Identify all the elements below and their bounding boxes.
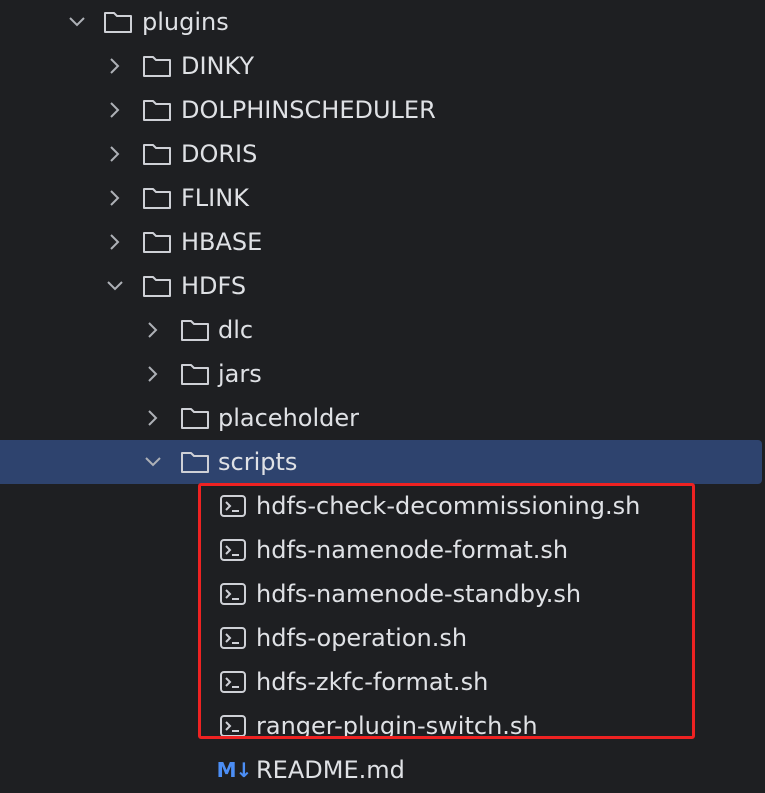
tree-node-label: plugins: [142, 8, 229, 36]
folder-icon: [141, 264, 173, 308]
project-tree: plugins DINKY DOLPHINSCHEDULER DORIS FLI…: [0, 0, 765, 793]
shell-script-icon: [217, 616, 249, 660]
tree-node-jars[interactable]: jars: [0, 352, 765, 396]
shell-script-icon: [217, 528, 249, 572]
tree-node-dolphinscheduler[interactable]: DOLPHINSCHEDULER: [0, 88, 765, 132]
tree-node-placeholder[interactable]: placeholder: [0, 396, 765, 440]
tree-node-label: HDFS: [181, 272, 247, 300]
tree-file-label: hdfs-operation.sh: [256, 624, 468, 652]
folder-icon: [179, 396, 211, 440]
tree-node-scripts[interactable]: scripts: [0, 440, 762, 484]
chevron-right-icon[interactable]: [142, 396, 164, 440]
tree-file-ranger-plugin-switch[interactable]: ranger-plugin-switch.sh: [0, 704, 765, 748]
tree-file-label: hdfs-check-decommissioning.sh: [256, 492, 641, 520]
folder-icon: [141, 44, 173, 88]
tree-node-label: jars: [218, 360, 262, 388]
chevron-down-icon[interactable]: [142, 440, 164, 484]
folder-icon: [141, 88, 173, 132]
folder-icon: [102, 0, 134, 44]
tree-file-hdfs-operation[interactable]: hdfs-operation.sh: [0, 616, 765, 660]
tree-node-label: DOLPHINSCHEDULER: [181, 96, 436, 124]
chevron-down-icon[interactable]: [66, 0, 88, 44]
tree-node-label: DORIS: [181, 140, 258, 168]
chevron-right-icon[interactable]: [104, 220, 126, 264]
chevron-right-icon[interactable]: [142, 352, 164, 396]
tree-node-label: FLINK: [181, 184, 249, 212]
shell-script-icon: [217, 572, 249, 616]
tree-file-hdfs-check-decommissioning[interactable]: hdfs-check-decommissioning.sh: [0, 484, 765, 528]
tree-node-label: placeholder: [218, 404, 359, 432]
tree-node-plugins[interactable]: plugins: [0, 0, 765, 44]
folder-icon: [141, 176, 173, 220]
folder-icon: [179, 308, 211, 352]
tree-file-label: hdfs-namenode-standby.sh: [256, 580, 582, 608]
chevron-right-icon[interactable]: [104, 44, 126, 88]
folder-icon: [141, 132, 173, 176]
tree-node-label: scripts: [218, 448, 298, 476]
tree-file-hdfs-namenode-standby[interactable]: hdfs-namenode-standby.sh: [0, 572, 765, 616]
tree-node-hdfs[interactable]: HDFS: [0, 264, 765, 308]
shell-script-icon: [217, 704, 249, 748]
tree-node-flink[interactable]: FLINK: [0, 176, 765, 220]
chevron-right-icon[interactable]: [104, 88, 126, 132]
chevron-right-icon[interactable]: [104, 176, 126, 220]
chevron-right-icon[interactable]: [104, 132, 126, 176]
tree-file-label: ranger-plugin-switch.sh: [256, 712, 538, 740]
folder-icon: [141, 220, 173, 264]
markdown-icon: M↓: [216, 758, 253, 782]
folder-icon: [179, 440, 211, 484]
tree-node-label: DINKY: [181, 52, 255, 80]
tree-file-label: hdfs-zkfc-format.sh: [256, 668, 489, 696]
tree-node-dlc[interactable]: dlc: [0, 308, 765, 352]
folder-icon: [179, 352, 211, 396]
tree-file-hdfs-zkfc-format[interactable]: hdfs-zkfc-format.sh: [0, 660, 765, 704]
chevron-right-icon[interactable]: [142, 308, 164, 352]
shell-script-icon: [217, 660, 249, 704]
tree-node-label: dlc: [218, 316, 254, 344]
tree-node-hbase[interactable]: HBASE: [0, 220, 765, 264]
chevron-down-icon[interactable]: [104, 264, 126, 308]
tree-node-doris[interactable]: DORIS: [0, 132, 765, 176]
shell-script-icon: [217, 484, 249, 528]
tree-file-label: README.md: [256, 756, 405, 784]
tree-file-hdfs-namenode-format[interactable]: hdfs-namenode-format.sh: [0, 528, 765, 572]
tree-node-label: HBASE: [181, 228, 263, 256]
tree-file-readme[interactable]: M↓ README.md: [0, 748, 765, 792]
tree-file-label: hdfs-namenode-format.sh: [256, 536, 569, 564]
tree-node-dinky[interactable]: DINKY: [0, 44, 765, 88]
